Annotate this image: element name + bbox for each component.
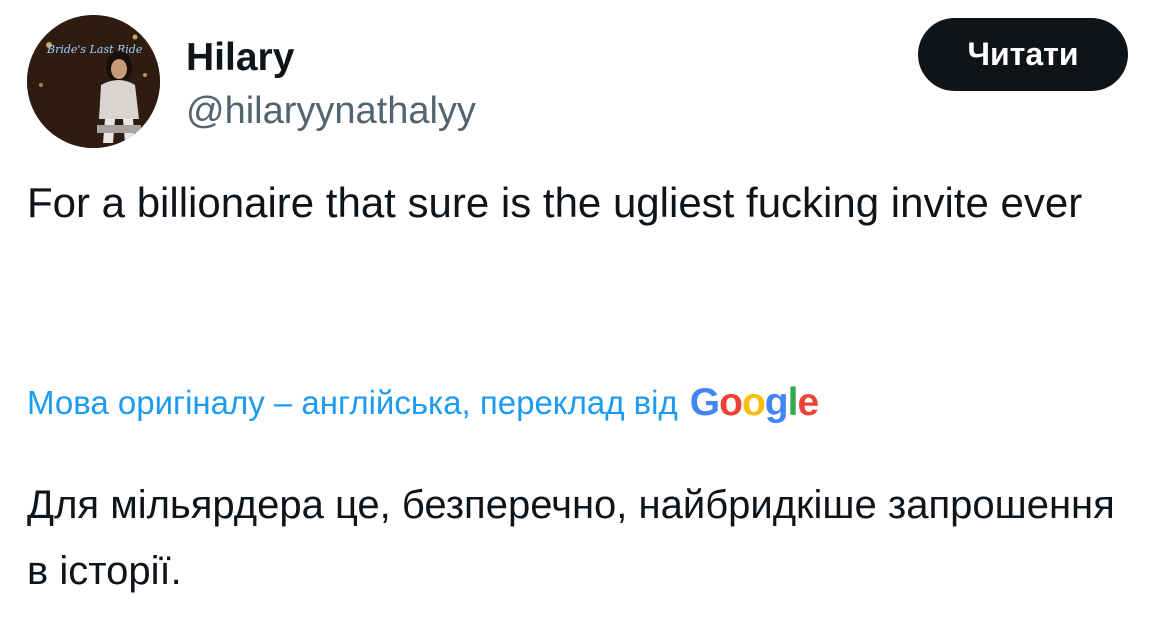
avatar-image: Bride's Last Ride [27,15,160,148]
google-logo: Google [689,381,819,424]
author-handle[interactable]: @hilaryynathalyy [186,88,476,134]
follow-button[interactable]: Читати [918,18,1128,91]
author-name[interactable]: Hilary [186,35,294,81]
author-avatar[interactable]: Bride's Last Ride [27,15,160,148]
translated-tweet-text: Для мільярдера це, безперечно, найбридкі… [27,483,1115,593]
tweet-text: For a billionaire that sure is the uglie… [27,179,1083,226]
translation-note[interactable]: Мова оригіналу – англійська, переклад ві… [27,378,819,428]
translation-note-text: Мова оригіналу – англійська, переклад ві… [27,384,678,421]
avatar-neon-sign: Bride's Last Ride [46,43,143,56]
